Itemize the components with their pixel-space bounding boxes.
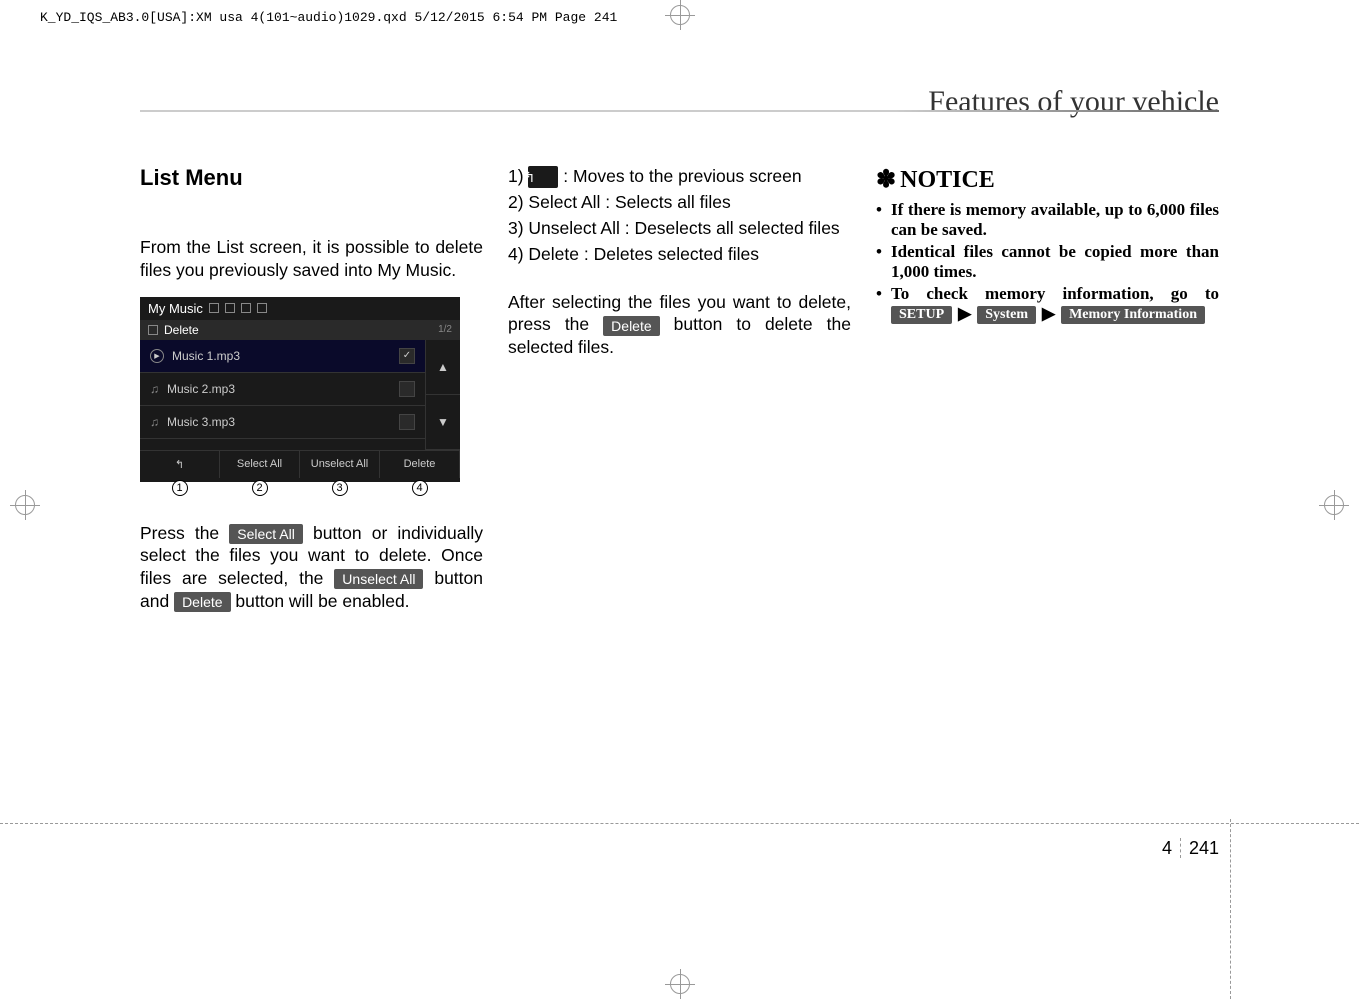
delete-inline-button: Delete bbox=[174, 592, 230, 612]
notice-bullet-3: To check memory information, go to SETUP… bbox=[876, 284, 1219, 324]
back-icon: ↰ bbox=[175, 458, 184, 471]
callout-2: 2 bbox=[252, 480, 268, 496]
scroll-down-button[interactable]: ▼ bbox=[426, 395, 460, 450]
delete-footer-button[interactable]: Delete 4 bbox=[380, 451, 460, 478]
column-3: ✽NOTICE If there is memory available, up… bbox=[876, 165, 1219, 613]
page-title: Features of your vehicle bbox=[928, 85, 1219, 119]
arrow-icon: ▶ bbox=[1042, 304, 1055, 324]
column-2: 1) ↰ : Moves to the previous screen 2) S… bbox=[508, 165, 851, 613]
notice-heading: NOTICE bbox=[900, 167, 995, 193]
unselect-all-button[interactable]: Unselect All 3 bbox=[300, 451, 380, 478]
list-icon bbox=[148, 325, 158, 335]
print-header-line: K_YD_IQS_AB3.0[USA]:XM usa 4(101~audio)1… bbox=[40, 10, 617, 25]
item-3: 3) Unselect All : Deselects all selected… bbox=[508, 217, 851, 240]
note-icon: ♫ bbox=[150, 382, 159, 396]
intro-paragraph: From the List screen, it is possible to … bbox=[140, 236, 483, 282]
page-footer: 4 241 bbox=[1162, 838, 1219, 859]
battery-icon bbox=[241, 303, 251, 313]
delete-header-label: Delete bbox=[164, 323, 199, 337]
unselect-all-inline-button: Unselect All bbox=[334, 569, 423, 589]
item-4: 4) Delete : Deletes selected files bbox=[508, 243, 851, 266]
item-1: 1) ↰ : Moves to the previous screen bbox=[508, 165, 851, 188]
select-all-button[interactable]: Select All 2 bbox=[220, 451, 300, 478]
trim-vertical-dashed bbox=[1230, 819, 1231, 999]
back-button[interactable]: ↰ 1 bbox=[140, 451, 220, 478]
pager-text: 1/2 bbox=[438, 324, 452, 335]
my-music-label: My Music bbox=[148, 301, 203, 316]
notice-bullet-1: If there is memory available, up to 6,00… bbox=[876, 200, 1219, 240]
note-icon: ♫ bbox=[150, 415, 159, 429]
play-icon: ▶ bbox=[150, 349, 164, 363]
list-item-1[interactable]: ▶ Music 1.mp3 ✓ bbox=[140, 340, 425, 373]
select-all-inline-button: Select All bbox=[229, 524, 303, 544]
title-underline bbox=[140, 110, 1219, 112]
instruction-paragraph: Press the Select All button or individua… bbox=[140, 522, 483, 613]
delete-inline-button-2: Delete bbox=[603, 316, 659, 336]
disc-icon bbox=[225, 303, 235, 313]
scroll-up-button[interactable]: ▲ bbox=[426, 340, 460, 395]
checkbox-3[interactable] bbox=[399, 414, 415, 430]
setup-inline-button: SETUP bbox=[891, 306, 952, 324]
callout-4: 4 bbox=[412, 480, 428, 496]
top-register-mark bbox=[665, 0, 695, 30]
after-selecting-paragraph: After selecting the files you want to de… bbox=[508, 291, 851, 359]
system-inline-button: System bbox=[977, 306, 1036, 324]
column-1: List Menu From the List screen, it is po… bbox=[140, 165, 483, 613]
memory-info-inline-button: Memory Information bbox=[1061, 306, 1205, 324]
callout-1: 1 bbox=[172, 480, 188, 496]
file-name-3: Music 3.mp3 bbox=[167, 415, 235, 429]
notice-star-icon: ✽ bbox=[876, 167, 896, 193]
signal-icon bbox=[257, 303, 267, 313]
left-register-mark bbox=[10, 490, 40, 520]
checkbox-2[interactable] bbox=[399, 381, 415, 397]
file-name-2: Music 2.mp3 bbox=[167, 382, 235, 396]
page-number: 241 bbox=[1189, 838, 1219, 858]
my-music-screenshot: My Music Delete 1/2 ▶ Music 1.mp3 ✓ bbox=[140, 297, 460, 482]
back-icon-inline: ↰ bbox=[528, 166, 558, 188]
list-item-3[interactable]: ♫ Music 3.mp3 bbox=[140, 406, 425, 439]
item-2: 2) Select All : Selects all files bbox=[508, 191, 851, 214]
chapter-number: 4 bbox=[1162, 838, 1181, 858]
checkbox-1[interactable]: ✓ bbox=[399, 348, 415, 364]
right-register-mark bbox=[1319, 490, 1349, 520]
trim-dashed-line bbox=[0, 823, 1359, 824]
arrow-icon: ▶ bbox=[958, 304, 971, 324]
bluetooth-icon bbox=[209, 303, 219, 313]
list-menu-heading: List Menu bbox=[140, 165, 483, 191]
bottom-register-mark bbox=[665, 969, 695, 999]
callout-3: 3 bbox=[332, 480, 348, 496]
notice-bullet-2: Identical files cannot be copied more th… bbox=[876, 242, 1219, 282]
list-item-2[interactable]: ♫ Music 2.mp3 bbox=[140, 373, 425, 406]
file-name-1: Music 1.mp3 bbox=[172, 349, 240, 363]
